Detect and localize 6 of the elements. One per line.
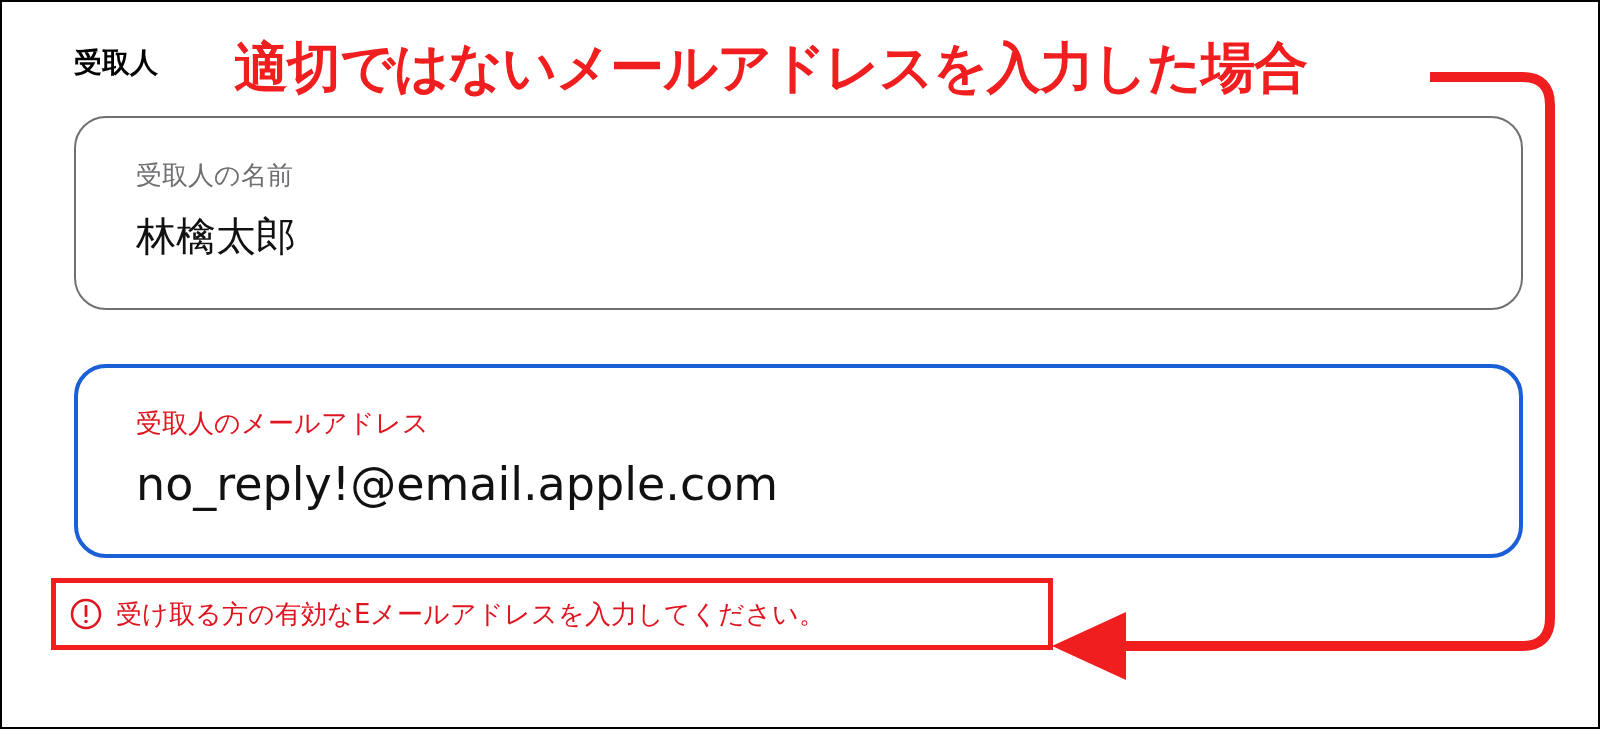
annotation-text: 適切ではないメールアドレスを入力した場合 [234,36,1307,101]
text-field[interactable]: 受取人の名前 林檎太郎 [74,116,1523,310]
error-message: 受け取る方の有効なEメールアドレスを入力してください。 [116,597,826,631]
section-title: 受取人 [74,45,159,81]
text-field[interactable]: 受取人のメールアドレス no_reply!@email.apple.com [74,364,1523,558]
warning-icon [70,598,102,630]
